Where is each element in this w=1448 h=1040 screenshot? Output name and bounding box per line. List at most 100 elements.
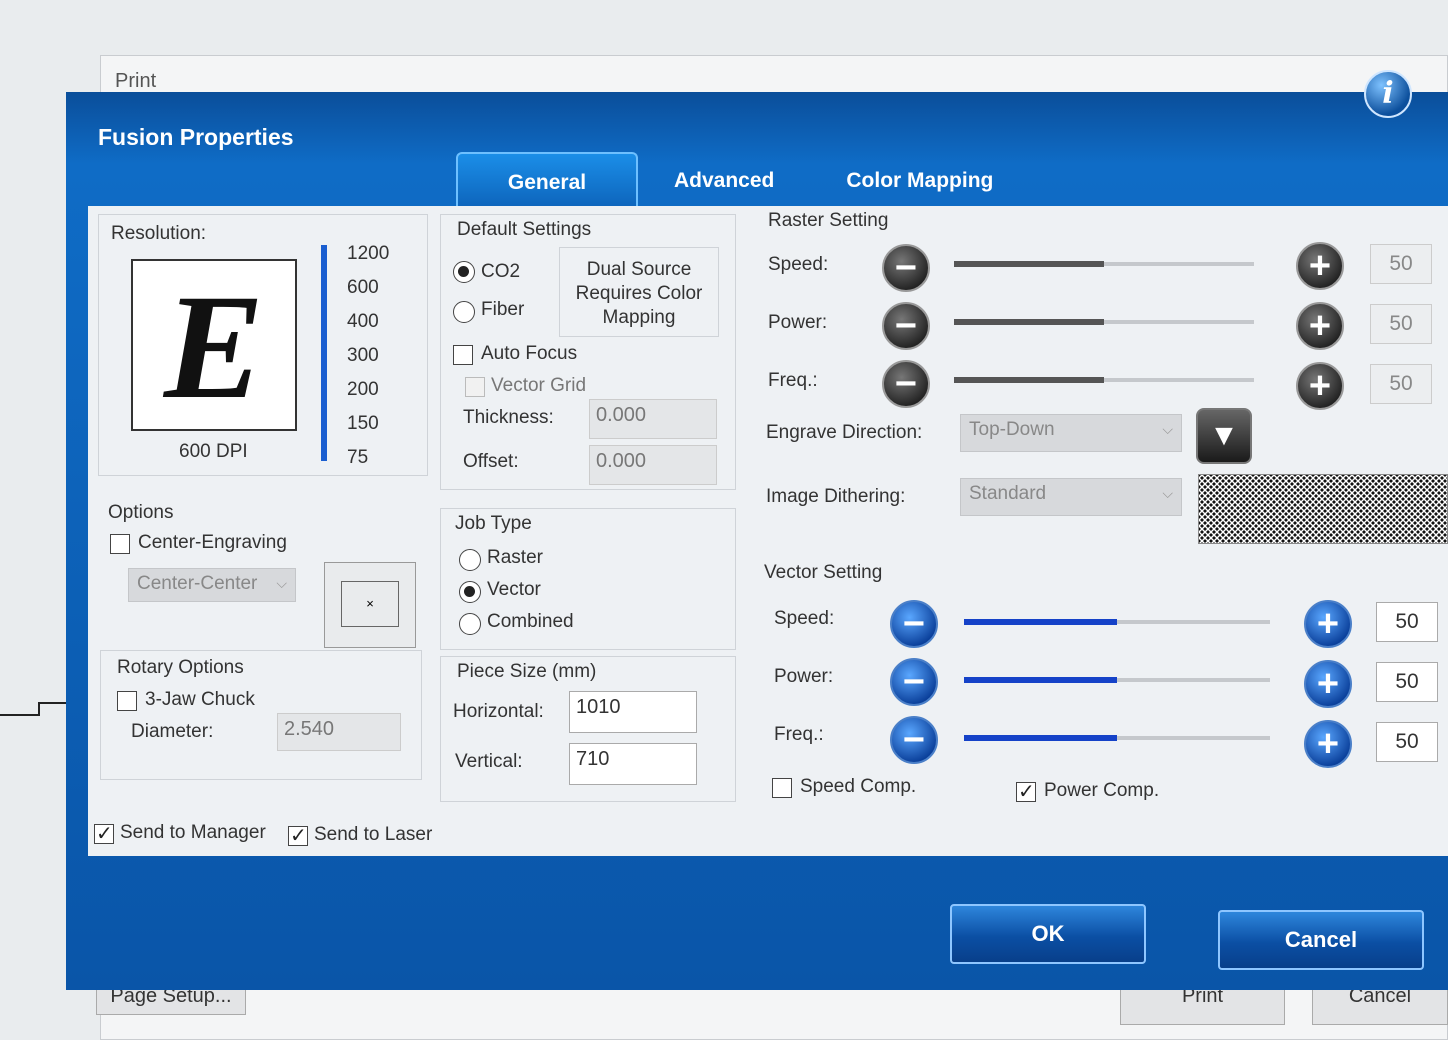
resolution-tick[interactable]: 150 bbox=[347, 413, 379, 435]
raster-speed-minus-button[interactable]: − bbox=[882, 244, 930, 292]
vector-grid-checkbox[interactable] bbox=[465, 377, 485, 397]
slider-fill bbox=[954, 261, 1104, 267]
resolution-tick[interactable]: 400 bbox=[347, 311, 379, 333]
dual-source-note: Dual Source Requires Color Mapping bbox=[559, 247, 719, 337]
raster-speed-value[interactable]: 50 bbox=[1370, 244, 1432, 284]
raster-freq-value[interactable]: 50 bbox=[1370, 364, 1432, 404]
vector-freq-slider[interactable] bbox=[964, 735, 1270, 741]
center-engraving-label: Center-Engraving bbox=[138, 532, 287, 553]
resolution-tick[interactable]: 300 bbox=[347, 345, 379, 367]
minus-icon: − bbox=[894, 247, 918, 289]
vector-freq-plus-button[interactable]: + bbox=[1304, 720, 1352, 768]
background-print-button[interactable]: Print bbox=[1120, 985, 1285, 1025]
vector-freq-value[interactable]: 50 bbox=[1376, 722, 1438, 762]
thickness-field[interactable]: 0.000 bbox=[589, 399, 717, 439]
engrave-direction-combo[interactable]: Top-Down ⌵ bbox=[960, 414, 1182, 452]
resolution-slider[interactable] bbox=[321, 245, 327, 461]
vector-power-label: Power: bbox=[774, 666, 834, 687]
send-to-manager-checkbox[interactable] bbox=[94, 821, 114, 846]
ok-button[interactable]: OK bbox=[950, 904, 1146, 964]
default-settings-group: Default Settings CO2 Fiber Dual Source R… bbox=[440, 214, 736, 490]
plus-icon: + bbox=[1308, 365, 1332, 407]
vertical-label: Vertical: bbox=[455, 751, 523, 772]
co2-radio[interactable] bbox=[453, 261, 475, 283]
raster-label: Raster bbox=[487, 547, 543, 568]
power-comp-checkbox[interactable] bbox=[1016, 779, 1036, 804]
vector-radio[interactable] bbox=[459, 581, 481, 603]
resolution-tick[interactable]: 600 bbox=[347, 277, 379, 299]
vector-speed-minus-button[interactable]: − bbox=[890, 600, 938, 648]
raster-freq-minus-button[interactable]: − bbox=[882, 360, 930, 408]
vector-label: Vector bbox=[487, 579, 541, 600]
resolution-label: Resolution: bbox=[111, 223, 207, 244]
fiber-radio[interactable] bbox=[453, 301, 475, 323]
vector-speed-value[interactable]: 50 bbox=[1376, 602, 1438, 642]
cancel-button[interactable]: Cancel bbox=[1218, 910, 1424, 970]
tab-advanced[interactable]: Advanced bbox=[638, 152, 810, 208]
three-jaw-chuck-checkbox[interactable] bbox=[117, 691, 137, 711]
piece-size-group: Piece Size (mm) Horizontal: 1010 Vertica… bbox=[440, 656, 736, 802]
raster-power-label: Power: bbox=[768, 312, 828, 333]
tab-general[interactable]: General bbox=[456, 152, 638, 208]
offset-field[interactable]: 0.000 bbox=[589, 445, 717, 485]
vector-freq-label: Freq.: bbox=[774, 724, 824, 745]
resolution-tick[interactable]: 1200 bbox=[347, 243, 389, 265]
raster-speed-slider[interactable] bbox=[954, 261, 1254, 267]
horizontal-field[interactable]: 1010 bbox=[569, 691, 697, 733]
vector-power-minus-button[interactable]: − bbox=[890, 658, 938, 706]
auto-focus-checkbox[interactable] bbox=[453, 345, 473, 365]
speed-comp-checkbox[interactable] bbox=[772, 778, 792, 798]
note-line: Dual Source bbox=[586, 259, 692, 280]
diameter-field[interactable]: 2.540 bbox=[277, 713, 401, 751]
down-arrow-icon: ▼ bbox=[1209, 419, 1239, 452]
minus-icon: − bbox=[894, 363, 918, 405]
note-line: Mapping bbox=[602, 307, 676, 328]
raster-freq-label: Freq.: bbox=[768, 370, 818, 391]
chevron-down-icon: ⌵ bbox=[1162, 485, 1173, 501]
raster-radio[interactable] bbox=[459, 549, 481, 571]
thickness-label: Thickness: bbox=[463, 407, 554, 428]
vertical-field[interactable]: 710 bbox=[569, 743, 697, 785]
raster-setting-label: Raster Setting bbox=[768, 210, 889, 231]
resolution-tick[interactable]: 75 bbox=[347, 447, 368, 469]
resolution-group: Resolution: E 600 DPI 1200 600 400 300 2… bbox=[98, 214, 428, 476]
tab-color-mapping[interactable]: Color Mapping bbox=[810, 152, 1029, 208]
center-engraving-checkbox[interactable] bbox=[110, 534, 130, 554]
fusion-properties-dialog: Fusion Properties i General Advanced Col… bbox=[66, 70, 1448, 990]
slider-fill bbox=[964, 619, 1117, 625]
background-cancel-button[interactable]: Cancel bbox=[1312, 985, 1448, 1025]
combined-radio[interactable] bbox=[459, 613, 481, 635]
dithering-preview bbox=[1198, 474, 1448, 544]
engrave-direction-button[interactable]: ▼ bbox=[1196, 408, 1252, 464]
raster-power-slider[interactable] bbox=[954, 319, 1254, 325]
vector-power-slider[interactable] bbox=[964, 677, 1270, 683]
resolution-tick[interactable]: 200 bbox=[347, 379, 379, 401]
send-to-laser-label: Send to Laser bbox=[314, 824, 433, 845]
vector-speed-label: Speed: bbox=[774, 608, 835, 629]
auto-focus-label: Auto Focus bbox=[481, 343, 578, 364]
chevron-down-icon: ⌵ bbox=[1162, 421, 1173, 437]
info-icon[interactable]: i bbox=[1364, 70, 1412, 118]
offset-label: Offset: bbox=[463, 451, 519, 472]
raster-freq-slider[interactable] bbox=[954, 377, 1254, 383]
image-dithering-label: Image Dithering: bbox=[766, 486, 906, 507]
center-position-combo[interactable]: Center-Center ⌵ bbox=[128, 568, 296, 602]
center-position-grid[interactable]: × bbox=[324, 562, 416, 648]
horizontal-label: Horizontal: bbox=[453, 701, 544, 722]
minus-icon: − bbox=[902, 661, 926, 703]
raster-freq-plus-button[interactable]: + bbox=[1296, 362, 1344, 410]
vector-power-plus-button[interactable]: + bbox=[1304, 660, 1352, 708]
vector-speed-plus-button[interactable]: + bbox=[1304, 600, 1352, 648]
general-panel: Resolution: E 600 DPI 1200 600 400 300 2… bbox=[88, 206, 1448, 856]
vector-power-value[interactable]: 50 bbox=[1376, 662, 1438, 702]
speed-comp-label: Speed Comp. bbox=[800, 776, 917, 797]
raster-power-minus-button[interactable]: − bbox=[882, 302, 930, 350]
background-line bbox=[0, 714, 40, 716]
send-to-laser-checkbox[interactable] bbox=[288, 823, 308, 848]
raster-power-plus-button[interactable]: + bbox=[1296, 302, 1344, 350]
vector-speed-slider[interactable] bbox=[964, 619, 1270, 625]
raster-power-value[interactable]: 50 bbox=[1370, 304, 1432, 344]
raster-speed-plus-button[interactable]: + bbox=[1296, 242, 1344, 290]
vector-freq-minus-button[interactable]: − bbox=[890, 716, 938, 764]
image-dithering-combo[interactable]: Standard ⌵ bbox=[960, 478, 1182, 516]
